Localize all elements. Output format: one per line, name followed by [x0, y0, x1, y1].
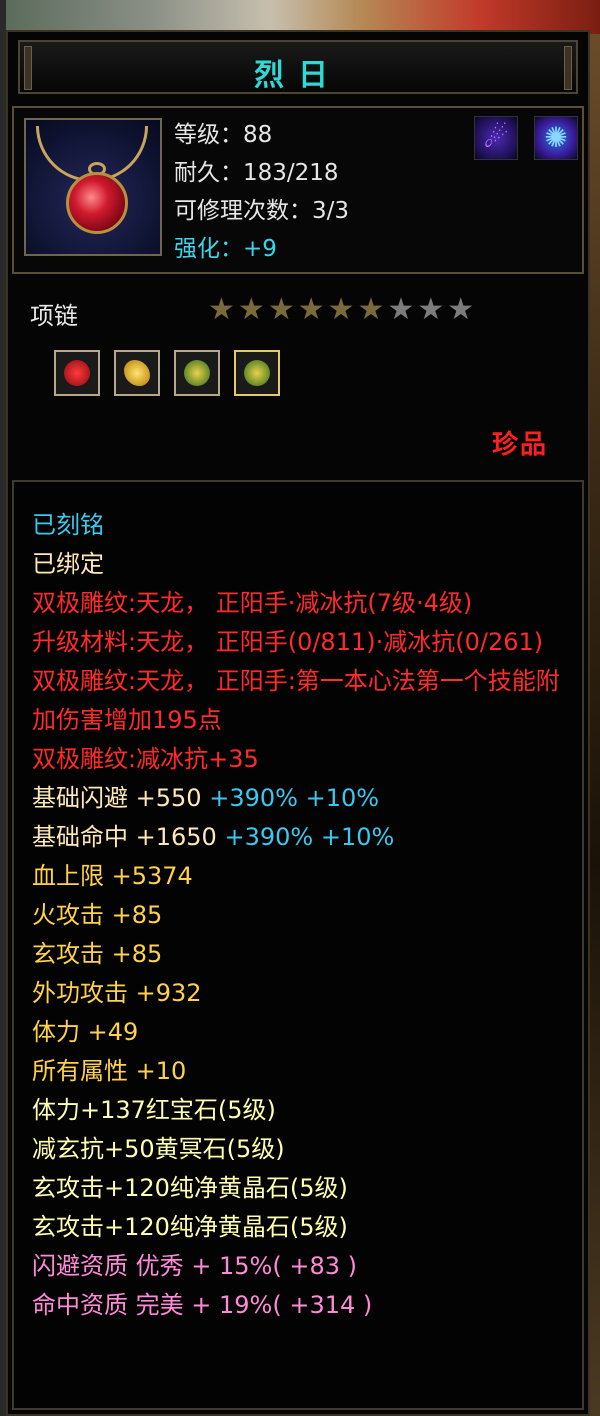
green-gem-socket-icon[interactable]: [234, 350, 280, 396]
necklace-icon[interactable]: [24, 118, 162, 256]
star-empty-icon: ★: [447, 292, 478, 327]
green-gem-socket-icon[interactable]: [174, 350, 220, 396]
title-bar: 烈日: [18, 40, 578, 94]
star-empty-icon: ★: [387, 292, 418, 327]
star-filled-icon: ★: [297, 292, 328, 327]
star-filled-icon: ★: [357, 292, 388, 327]
outer-attack-line: 外功攻击 +932: [32, 979, 202, 1007]
item-stats: 等级：88 耐久：183/218 可修理次数：3/3 强化：+9: [174, 116, 349, 268]
hp-line: 血上限 +5374: [32, 862, 193, 890]
carve-line-2: 双极雕纹:天龙， 正阳手:第一本心法第一个技能附加伤害增加195点: [32, 667, 560, 734]
star-filled-icon: ★: [208, 292, 238, 327]
carve-line-1: 双极雕纹:天龙， 正阳手·减冰抗(7级·4级): [32, 589, 473, 617]
gem-line-3: 玄攻击+120纯净黄晶石(5级): [32, 1174, 348, 1202]
fire-attack-line: 火攻击 +85: [32, 901, 163, 929]
game-background-top: [0, 0, 600, 34]
base-hit-pct1: +390%: [224, 823, 314, 851]
signature-icon-2[interactable]: ✺: [534, 116, 578, 160]
enhance-text: 强化：+9: [174, 236, 277, 262]
base-dodge-pct2: +10%: [305, 784, 380, 812]
base-hit-value: +1650: [135, 823, 217, 851]
signature-icon-1[interactable]: ☄: [474, 116, 518, 160]
repair-count-text: 可修理次数：3/3: [174, 198, 350, 224]
ruby-socket-icon[interactable]: [54, 350, 100, 396]
durability-text: 耐久：183/218: [174, 160, 339, 186]
rarity-label: 珍品: [491, 430, 548, 460]
hit-quality-line: 命中资质 完美 + 19%( +314 ): [32, 1291, 373, 1319]
star-filled-icon: ★: [267, 292, 298, 327]
upgrade-material-line: 升级材料:天龙， 正阳手(0/811)·减冰抗(0/261): [32, 628, 544, 656]
level-text: 等级：88: [174, 122, 273, 148]
star-rating: ★★★★★★★★★: [208, 292, 477, 327]
gem-line-2: 减玄抗+50黄冥石(5级): [32, 1135, 285, 1163]
dodge-quality-line: 闪避资质 优秀 + 15%( +83 ): [32, 1252, 357, 1280]
item-name: 烈日: [254, 58, 342, 93]
star-empty-icon: ★: [417, 292, 448, 327]
carve-line-3: 双极雕纹:减冰抗+35: [32, 745, 259, 773]
stamina-line: 体力 +49: [32, 1018, 139, 1046]
all-attributes-line: 所有属性 +10: [32, 1057, 187, 1085]
base-hit-label: 基础命中: [32, 823, 128, 851]
base-dodge-pct1: +390%: [209, 784, 298, 812]
star-filled-icon: ★: [237, 292, 268, 327]
ruby-pendant-icon: [66, 172, 128, 234]
yellow-gem-socket-icon[interactable]: [114, 350, 160, 396]
base-hit-line: 基础命中 +1650 +390% +10%: [32, 818, 572, 857]
item-header: 等级：88 耐久：183/218 可修理次数：3/3 强化：+9 ☄ ✺: [12, 106, 584, 274]
attribute-panel: 已刻铭 已绑定 双极雕纹:天龙， 正阳手·减冰抗(7级·4级) 升级材料:天龙，…: [12, 480, 584, 1410]
base-dodge-value: +550: [135, 784, 202, 812]
item-type: 项链: [30, 302, 78, 330]
item-tooltip: 烈日 等级：88 耐久：183/218 可修理次数：3/3 强化：+9 ☄ ✺ …: [6, 30, 590, 1416]
base-hit-pct2: +10%: [320, 823, 395, 851]
gem-line-1: 体力+137红宝石(5级): [32, 1096, 276, 1124]
star-filled-icon: ★: [327, 292, 358, 327]
base-dodge-label: 基础闪避: [32, 784, 128, 812]
bound-status: 已绑定: [32, 550, 104, 578]
base-dodge-line: 基础闪避 +550 +390% +10%: [32, 779, 572, 818]
gem-line-4: 玄攻击+120纯净黄晶石(5级): [32, 1213, 348, 1241]
xuan-attack-line: 玄攻击 +85: [32, 940, 163, 968]
engraved-status: 已刻铭: [32, 511, 104, 539]
